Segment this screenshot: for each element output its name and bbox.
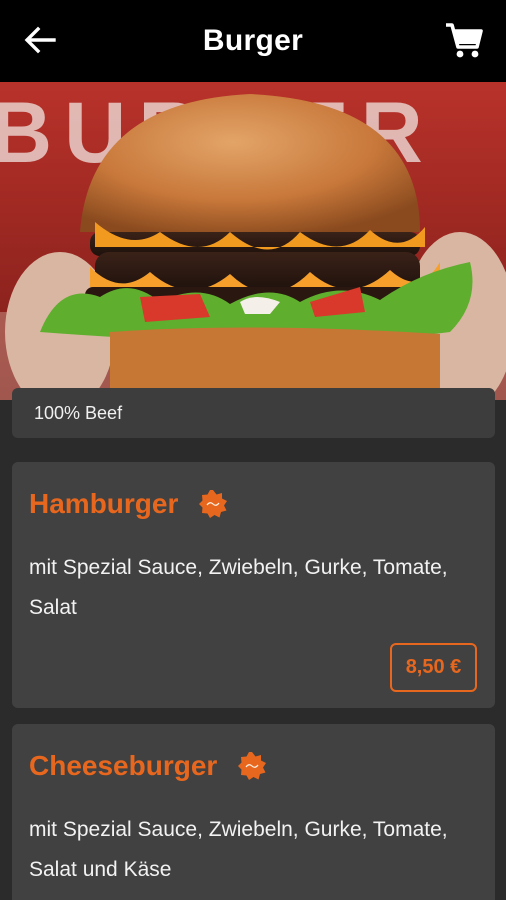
halal-badge-icon [238,752,267,780]
hero-image: BURGER [0,82,506,400]
shopping-cart-icon[interactable] [444,20,484,60]
price-button[interactable]: 8,50 € [390,643,477,692]
product-name: Cheeseburger [29,750,218,781]
product-description: mit Spezial Sauce, Zwiebeln, Gurke, Toma… [29,556,448,619]
halal-badge-icon [199,490,228,518]
product-card-hamburger[interactable]: Hamburger mit Spezial Sauce, Zwiebeln, G… [12,462,495,708]
product-card-cheeseburger[interactable]: Cheeseburger mit Spezial Sauce, Zwiebeln… [12,724,495,900]
app-bar: Burger [0,0,506,82]
product-name-row: Hamburger [29,488,228,520]
category-label: 100% Beef [12,388,495,438]
arrow-left-icon[interactable] [20,20,60,60]
product-name: Hamburger [29,488,179,519]
product-description: mit Spezial Sauce, Zwiebeln, Gurke, Toma… [29,818,448,881]
page-title: Burger [202,24,304,57]
product-name-row: Cheeseburger [29,750,267,782]
